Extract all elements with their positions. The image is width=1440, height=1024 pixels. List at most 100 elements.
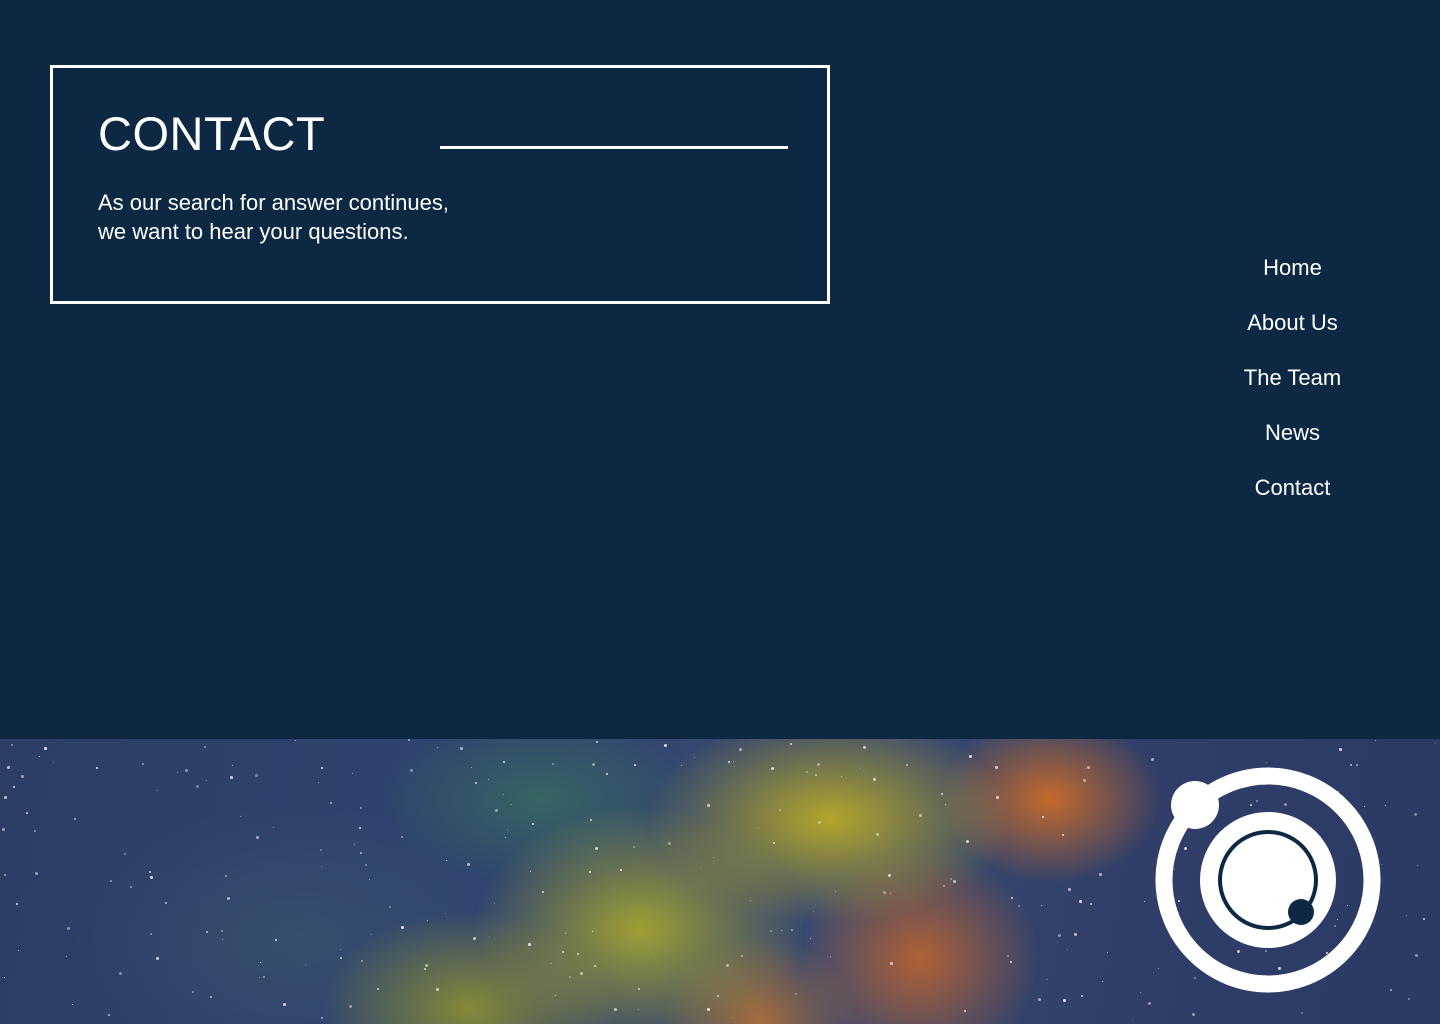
star-dot (555, 995, 556, 996)
star-dot (562, 951, 564, 953)
star-dot (222, 939, 223, 940)
star-dot (157, 790, 158, 791)
star-dot (467, 863, 470, 866)
nav-link-the-team[interactable]: The Team (1244, 365, 1341, 390)
star-dot (96, 767, 98, 769)
star-dot (717, 995, 719, 997)
star-dot (321, 866, 322, 867)
star-dot (361, 960, 363, 962)
nav-item-home: Home (1200, 250, 1385, 305)
star-dot (21, 775, 24, 778)
star-dot (1099, 873, 1102, 876)
nav-item-the-team: The Team (1200, 360, 1385, 415)
star-dot (953, 880, 956, 883)
star-dot (995, 766, 998, 769)
star-dot (67, 927, 70, 930)
star-dot (841, 776, 842, 777)
star-dot (305, 965, 306, 966)
star-dot (966, 840, 969, 843)
star-dot (1408, 998, 1410, 1000)
star-dot (790, 743, 792, 745)
star-dot (1079, 900, 1082, 903)
star-dot (860, 768, 861, 769)
star-dot (1062, 834, 1064, 836)
star-dot (494, 903, 495, 904)
star-dot (196, 785, 199, 788)
star-dot (596, 741, 598, 743)
star-dot (72, 1004, 73, 1005)
star-dot (425, 964, 428, 967)
star-dot (806, 771, 808, 773)
nav-link-home[interactable]: Home (1263, 255, 1322, 280)
nav-link-about-us[interactable]: About Us (1247, 310, 1338, 335)
star-dot (74, 818, 76, 820)
page-subtitle-line-1: As our search for answer continues, (98, 190, 449, 215)
nav-item-contact: Contact (1200, 470, 1385, 525)
star-dot (408, 739, 410, 741)
star-dot (1102, 981, 1103, 982)
star-dot (437, 747, 438, 748)
star-dot (883, 891, 886, 894)
star-dot (969, 755, 972, 758)
star-dot (750, 900, 751, 901)
star-dot (471, 767, 472, 768)
star-dot (1414, 813, 1417, 816)
star-dot (594, 965, 596, 967)
star-dot (221, 930, 223, 932)
star-dot (330, 802, 332, 804)
star-dot (1406, 915, 1407, 916)
star-dot (1058, 934, 1061, 937)
star-dot (726, 964, 729, 967)
star-dot (818, 821, 821, 824)
star-dot (16, 903, 18, 905)
star-dot (360, 807, 362, 809)
contact-header-panel: CONTACT As our search for answer continu… (50, 65, 830, 304)
star-dot (1011, 897, 1013, 899)
star-dot (817, 763, 820, 766)
star-dot (4, 874, 6, 876)
star-dot (668, 842, 671, 845)
star-dot (446, 860, 447, 861)
star-dot (165, 902, 167, 904)
star-dot (943, 885, 945, 887)
star-dot (275, 939, 277, 941)
star-dot (1390, 989, 1392, 991)
star-dot (590, 819, 592, 821)
nav-item-news: News (1200, 415, 1385, 470)
star-dot (890, 893, 891, 894)
title-divider-line (440, 146, 788, 149)
star-dot (1038, 998, 1041, 1001)
star-dot (771, 767, 774, 770)
star-dot (707, 804, 710, 807)
star-dot (260, 962, 261, 963)
star-dot (142, 763, 144, 765)
star-dot (589, 871, 591, 873)
star-dot (728, 761, 730, 763)
star-dot (119, 972, 122, 975)
star-dot (1068, 888, 1071, 891)
star-dot (681, 765, 682, 766)
star-dot (919, 814, 922, 817)
star-dot (273, 827, 274, 828)
star-dot (369, 879, 370, 880)
star-dot (530, 871, 531, 872)
star-dot (503, 761, 505, 763)
star-dot (1144, 901, 1145, 902)
star-dot (638, 1009, 639, 1010)
nav-link-news[interactable]: News (1265, 420, 1320, 445)
star-dot (1375, 740, 1376, 741)
star-dot (592, 931, 593, 932)
star-dot (230, 776, 233, 779)
star-dot (18, 950, 19, 951)
star-dot (377, 988, 379, 990)
star-dot (1151, 758, 1154, 761)
star-dot (758, 828, 759, 829)
star-dot (569, 976, 571, 978)
star-dot (359, 827, 361, 829)
nav-link-contact[interactable]: Contact (1255, 475, 1331, 500)
orbit-logo-icon[interactable] (1150, 762, 1386, 998)
star-dot (192, 991, 194, 993)
star-dot (1081, 995, 1083, 997)
star-dot (475, 782, 477, 784)
star-dot (741, 955, 743, 957)
